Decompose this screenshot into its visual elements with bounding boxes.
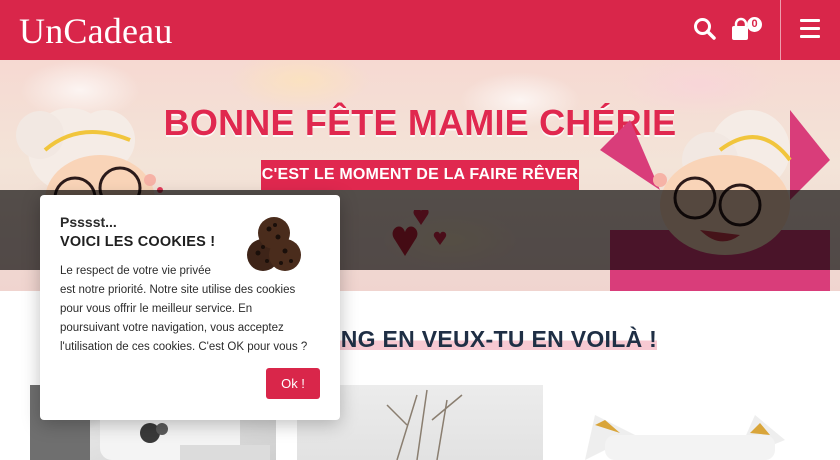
cookie-title: VOICI LES COOKIES ! (60, 234, 216, 250)
cookie-message-line: poursuivant votre navigation, vous accep… (60, 322, 284, 334)
cookie-accept-button[interactable]: Ok ! (266, 368, 320, 399)
search-button[interactable] (692, 16, 718, 42)
hamburger-menu-icon (800, 19, 822, 38)
section-title: ING EN VEUX-TU EN VOILÀ ! (334, 326, 658, 353)
search-icon (694, 18, 716, 40)
site-logo[interactable]: UnCadeau (19, 9, 173, 53)
cookie-message-line: Le respect de votre vie privée (60, 265, 211, 277)
section-title-text: ING EN VEUX-TU EN VOILÀ ! (334, 326, 658, 352)
cookie-message-line: pour vous offrir le meilleur service. En (60, 303, 253, 315)
menu-button[interactable] (800, 19, 822, 41)
header-divider (780, 0, 781, 60)
product-card[interactable] (565, 385, 811, 460)
cookie-message: Le respect de votre vie privée est notre… (60, 262, 330, 357)
cookie-consent-modal: Psssst... VOICI LES COOKIES ! Le respect… (40, 195, 340, 420)
hero-subtitle: C'EST LE MOMENT DE LA FAIRE RÊVER (261, 160, 579, 190)
cart-button[interactable]: 0 (730, 15, 764, 43)
cookie-message-line: l'utilisation de ces cookies. C'est OK p… (60, 341, 308, 353)
cart-count-badge: 0 (747, 17, 762, 32)
site-header: UnCadeau 0 (0, 0, 840, 60)
cookie-message-line: est notre priorité. Notre site utilise d… (60, 284, 296, 296)
product-image (585, 415, 785, 460)
cookie-pre-title: Psssst... (60, 214, 117, 230)
